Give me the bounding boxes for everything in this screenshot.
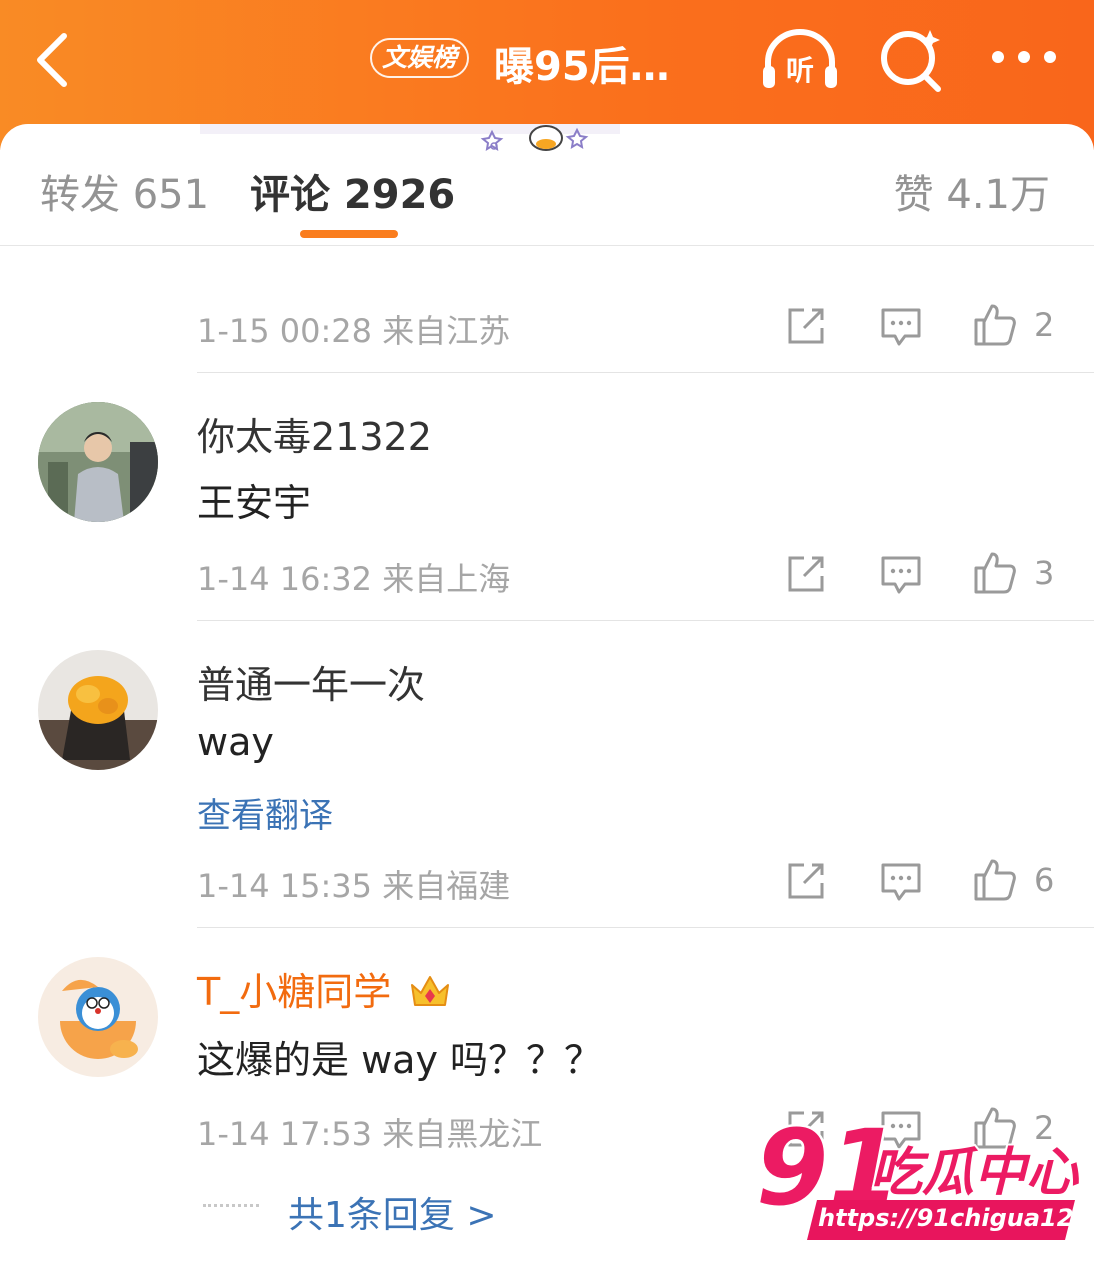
comment-username-text: T_小糖同学	[197, 970, 392, 1014]
back-arrow-icon[interactable]	[30, 30, 80, 90]
comment-username[interactable]: 你太毒21322	[197, 406, 432, 461]
comment-text: 这爆的是 way 吗？？？	[197, 1038, 603, 1082]
tab-repost[interactable]: 转发 651	[40, 162, 209, 220]
comment-time-location: 1-15 00:28 来自江苏	[197, 312, 511, 350]
crown-badge-icon	[411, 976, 450, 1006]
thumbs-up-icon[interactable]	[972, 550, 1016, 594]
view-replies-link[interactable]: 共1条回复 >	[288, 1186, 497, 1238]
divider	[197, 927, 1094, 928]
avatar[interactable]	[38, 957, 158, 1077]
view-translation-link[interactable]: 查看翻译	[197, 788, 333, 837]
divider	[197, 620, 1094, 621]
tab-comments[interactable]: 评论 2926	[250, 162, 455, 220]
repost-icon[interactable]	[784, 304, 828, 348]
comment-username[interactable]: T_小糖同学	[197, 961, 451, 1016]
comment-time-location: 1-14 17:53 来自黑龙江	[197, 1115, 543, 1153]
repost-icon[interactable]	[784, 552, 828, 596]
like-count: 2	[1034, 306, 1055, 344]
divider	[197, 372, 1094, 373]
comment-username[interactable]: 普通一年一次	[197, 654, 425, 709]
search-icon[interactable]	[878, 26, 946, 94]
repost-icon[interactable]	[784, 859, 828, 903]
more-options-icon[interactable]	[990, 42, 1060, 72]
avatar[interactable]	[38, 402, 158, 522]
headphones-icon: 听	[763, 29, 837, 88]
active-tab-indicator	[300, 230, 398, 238]
tab-likes[interactable]: 赞 4.1万	[894, 162, 1050, 220]
like-count: 6	[1034, 861, 1055, 899]
avatar[interactable]	[38, 650, 158, 770]
comment-icon[interactable]	[879, 304, 923, 348]
listen-button[interactable]: 听	[760, 28, 840, 92]
comment-text: 王安宇	[197, 481, 312, 525]
watermark-url: https://91chigua12.com	[818, 1204, 1094, 1232]
svg-text:吃瓜中心: 吃瓜中心	[870, 1143, 1080, 1203]
thumbs-up-icon[interactable]	[972, 857, 1016, 901]
rank-badge[interactable]: 文娱榜	[370, 38, 470, 78]
listen-label: 听	[786, 54, 814, 87]
comment-text: way	[197, 720, 274, 764]
reply-dots	[203, 1204, 259, 1208]
comments-sheet: 转发 651 评论 2926 赞 4.1万	[0, 124, 1094, 1280]
page-title: 曝95后…	[494, 44, 670, 90]
comment-icon[interactable]	[879, 552, 923, 596]
thumbs-up-icon[interactable]	[972, 302, 1016, 346]
sticker-image	[200, 124, 620, 151]
like-count: 3	[1034, 554, 1055, 592]
comment-time-location: 1-14 15:35 来自福建	[197, 867, 511, 905]
comment-icon[interactable]	[879, 859, 923, 903]
comment-time-location: 1-14 16:32 来自上海	[197, 560, 511, 598]
